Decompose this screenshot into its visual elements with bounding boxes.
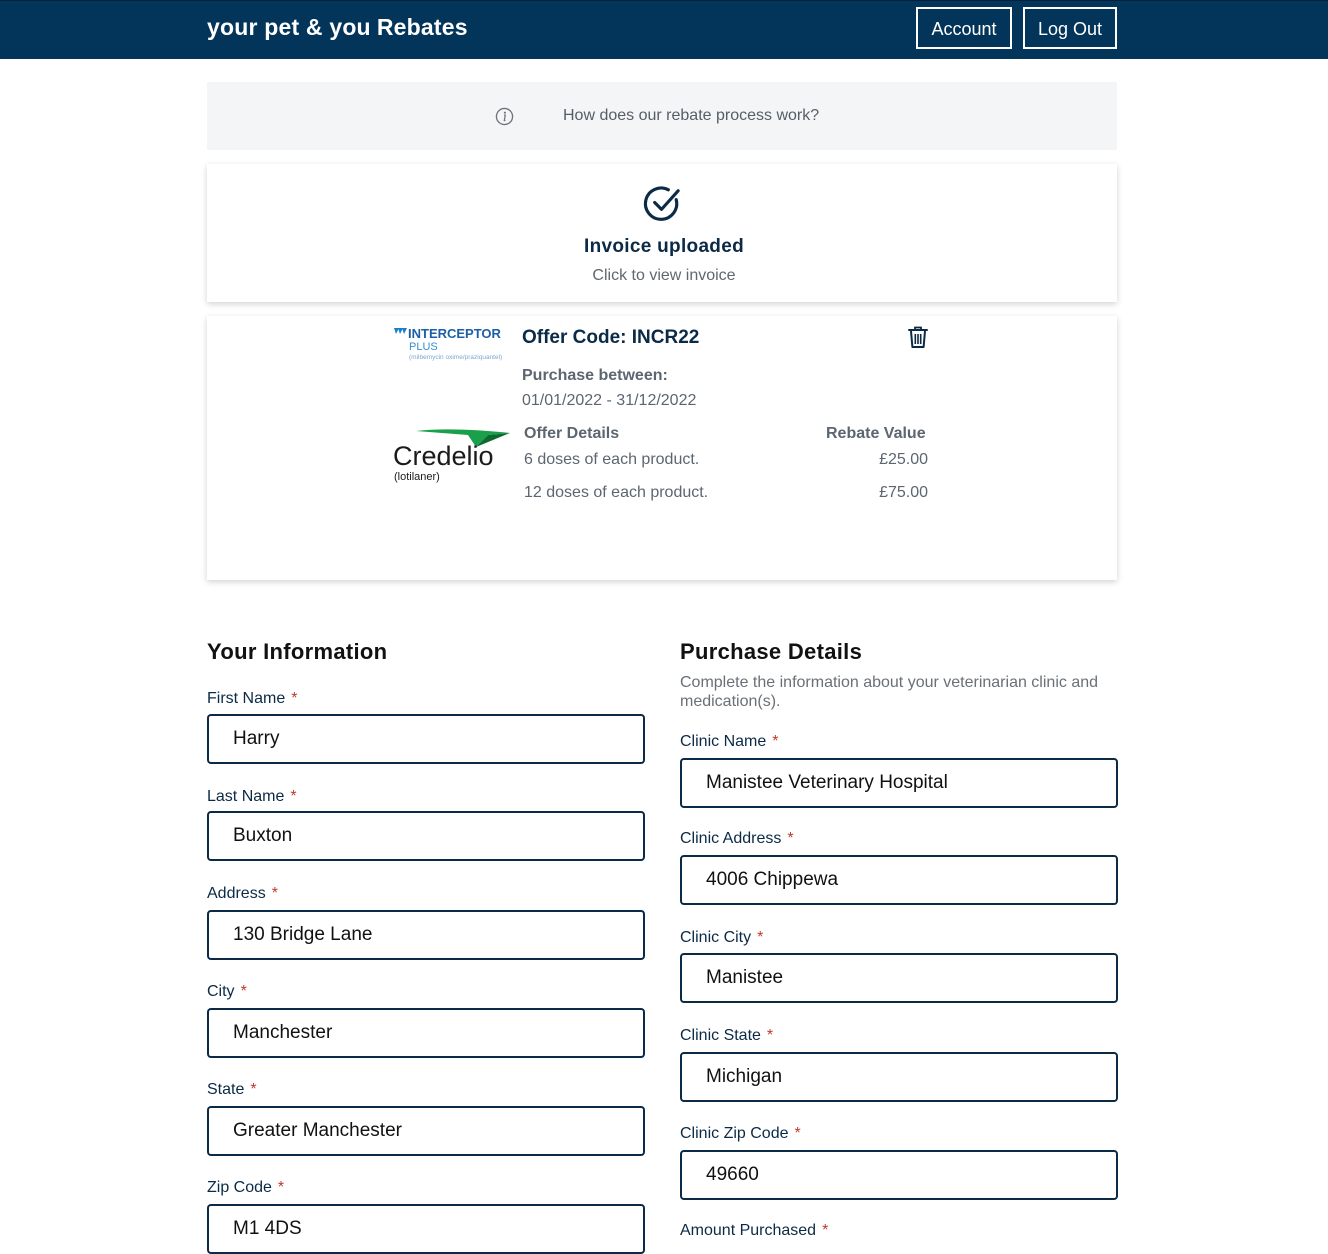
purchase-details-description: Complete the information about your vete… xyxy=(680,674,1099,710)
clinic-name-label: Clinic Name * xyxy=(680,733,779,750)
state-input[interactable] xyxy=(207,1106,645,1156)
clinic-state-label: Clinic State * xyxy=(680,1027,774,1044)
interceptor-plus-logo: INTERCEPTOR PLUS (milbemycin oxime/prazi… xyxy=(394,326,502,361)
offer-details-header: Offer Details xyxy=(524,425,620,442)
city-label: City * xyxy=(207,983,247,1000)
logo-credelio-name: Credelio xyxy=(393,441,494,471)
last-name-label: Last Name * xyxy=(207,788,297,805)
logout-button[interactable]: Log Out xyxy=(1023,7,1117,49)
your-information-title: Your Information xyxy=(207,639,388,664)
clinic-zip-code-label: Clinic Zip Code * xyxy=(680,1125,801,1142)
view-invoice-link[interactable]: Click to view invoice xyxy=(0,267,1328,285)
purchase-period-value: 01/01/2022 - 31/12/2022 xyxy=(522,392,697,409)
zip-code-label: Zip Code * xyxy=(207,1179,285,1196)
offer-row-value: £75.00 xyxy=(879,484,928,501)
brand-logo[interactable]: your pet & you Rebates xyxy=(207,14,468,41)
purchase-details-title: Purchase Details xyxy=(680,639,863,664)
rebate-value-header: Rebate Value xyxy=(826,425,926,442)
last-name-input[interactable] xyxy=(207,811,645,861)
clinic-name-input[interactable] xyxy=(680,758,1118,808)
offer-row-detail: 12 doses of each product. xyxy=(524,484,709,501)
rebate-process-link[interactable]: How does our rebate process work? xyxy=(563,107,819,125)
address-label: Address * xyxy=(207,885,278,902)
offer-row-detail: 6 doses of each product. xyxy=(524,451,700,468)
clinic-zip-code-input[interactable] xyxy=(680,1150,1118,1200)
logo-ingredients: (milbemycin oxime/praziquantel) xyxy=(409,354,502,361)
offer-code: Offer Code: INCR22 xyxy=(522,327,700,348)
clinic-address-label: Clinic Address * xyxy=(680,830,794,847)
first-name-input[interactable] xyxy=(207,714,645,764)
brand-suffix: Rebates xyxy=(376,14,468,40)
state-label: State * xyxy=(207,1081,257,1098)
brand-name: your pet & you xyxy=(207,14,371,40)
city-input[interactable] xyxy=(207,1008,645,1058)
offer-row-value: £25.00 xyxy=(879,451,928,468)
check-circle-icon xyxy=(643,186,680,221)
purchase-period-label: Purchase between: xyxy=(522,367,668,384)
logo-brand: INTERCEPTOR xyxy=(408,326,502,341)
trash-icon[interactable] xyxy=(907,325,929,349)
credelio-logo: Credelio (lotilaner) xyxy=(393,429,510,483)
amount-purchased-label: Amount Purchased * xyxy=(680,1222,829,1239)
logo-plus: PLUS xyxy=(409,341,438,353)
clinic-city-label: Clinic City * xyxy=(680,929,764,946)
info-circle-icon xyxy=(495,107,514,126)
clinic-city-input[interactable] xyxy=(680,953,1118,1003)
zip-code-input[interactable] xyxy=(207,1204,645,1254)
top-navbar xyxy=(0,0,1328,59)
account-button[interactable]: Account xyxy=(916,7,1012,49)
clinic-state-input[interactable] xyxy=(680,1052,1118,1102)
logo-credelio-sub: (lotilaner) xyxy=(394,471,440,483)
first-name-label: First Name * xyxy=(207,690,298,707)
address-input[interactable] xyxy=(207,910,645,960)
invoice-uploaded-title: Invoice uploaded xyxy=(584,236,744,257)
offer-card xyxy=(207,316,1117,580)
clinic-address-input[interactable] xyxy=(680,855,1118,905)
